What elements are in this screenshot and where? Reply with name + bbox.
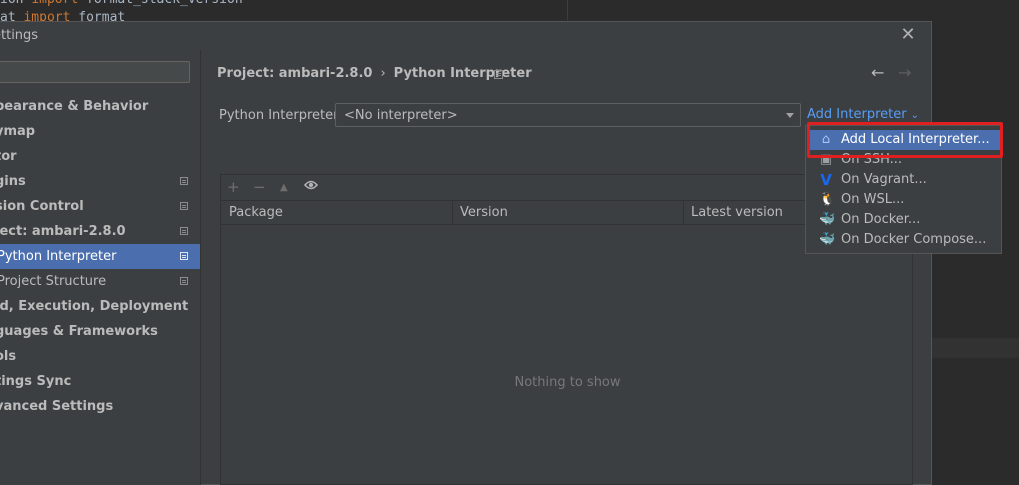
- sidebar-item-label: gins: [0, 174, 26, 189]
- menu-item-label: On Docker...: [841, 212, 921, 227]
- project-scope-icon: [180, 177, 188, 185]
- settings-dialog: ettings ✕ pearance & Behavior ymap tor gins…: [0, 21, 932, 485]
- sidebar-item[interactable]: ols: [0, 344, 200, 369]
- project-scope-icon: [180, 202, 188, 210]
- sidebar-item[interactable]: ld, Execution, Deployment: [0, 294, 200, 319]
- back-arrow-icon[interactable]: ←: [871, 63, 884, 82]
- sidebar-item-label: Project Structure: [0, 274, 107, 289]
- column-divider: [452, 201, 453, 224]
- settings-search-input[interactable]: [0, 61, 190, 83]
- menu-item-label: On Vagrant...: [841, 172, 927, 187]
- add-package-icon[interactable]: +: [227, 178, 240, 196]
- linux-penguin-icon: 🐧: [819, 192, 836, 207]
- sidebar-item-label: guages & Frameworks: [0, 324, 158, 339]
- close-icon[interactable]: ✕: [900, 25, 916, 45]
- sidebar-item-label: vanced Settings: [0, 399, 114, 414]
- sidebar-item[interactable]: vanced Settings: [0, 394, 200, 419]
- sidebar-item[interactable]: sion Control: [0, 194, 200, 219]
- settings-content: Project: ambari-2.8.0 › Python Interpreter…: [201, 50, 931, 485]
- dropdown-arrow-icon: [786, 113, 794, 118]
- menu-item[interactable]: 🐧 On WSL...: [807, 190, 1000, 210]
- sidebar-item[interactable]: Project Structure: [0, 269, 200, 294]
- project-scope-icon: [180, 227, 188, 235]
- sidebar-item[interactable]: ject: ambari-2.8.0: [0, 219, 200, 244]
- interpreter-selected-value: <No interpreter>: [344, 108, 458, 123]
- vagrant-icon: V: [820, 171, 832, 189]
- menu-item[interactable]: 🐳 On Docker Compose...: [807, 230, 1000, 250]
- sidebar-item[interactable]: gins: [0, 169, 200, 194]
- code-line-1: ion import format_stack_version: [0, 0, 243, 7]
- docker-compose-icon: 🐳: [819, 232, 836, 247]
- chevron-down-icon: ⌄: [910, 110, 919, 121]
- sidebar-item[interactable]: guages & Frameworks: [0, 319, 200, 344]
- menu-item-label: On Docker Compose...: [841, 232, 987, 247]
- column-latest-version[interactable]: Latest version: [691, 205, 783, 220]
- editor-divider: [567, 0, 568, 20]
- add-interpreter-link[interactable]: Add Interpreter ⌄: [807, 107, 919, 122]
- sidebar-item-label: Python Interpreter: [0, 249, 117, 264]
- column-version[interactable]: Version: [460, 205, 508, 220]
- sidebar-item-label: ject: ambari-2.8.0: [0, 224, 126, 239]
- breadcrumb: Project: ambari-2.8.0 › Python Interpreter: [217, 66, 532, 81]
- upgrade-package-icon[interactable]: ▲: [280, 182, 288, 193]
- docker-icon: 🐳: [819, 212, 836, 227]
- project-scope-icon: [494, 70, 503, 79]
- menu-item[interactable]: 🐳 On Docker...: [807, 210, 1000, 230]
- forward-arrow-icon[interactable]: →: [898, 63, 911, 82]
- sidebar-item-label: tings Sync: [0, 374, 72, 389]
- editor-current-line: [932, 338, 1019, 358]
- project-scope-icon: [180, 252, 188, 260]
- project-scope-icon: [180, 277, 188, 285]
- column-package[interactable]: Package: [229, 205, 283, 220]
- highlight-annotation: [807, 122, 1003, 158]
- settings-sidebar: pearance & Behavior ymap tor gins sion Contr…: [0, 50, 201, 485]
- remove-package-icon[interactable]: −: [253, 178, 266, 196]
- sidebar-item-label: ymap: [0, 124, 36, 139]
- sidebar-item-label: ld, Execution, Deployment: [0, 299, 189, 314]
- sidebar-item[interactable]: Python Interpreter: [0, 244, 200, 269]
- sidebar-item-label: ols: [0, 349, 17, 364]
- eye-icon[interactable]: [303, 179, 319, 195]
- dialog-title: ettings: [0, 28, 39, 43]
- python-interpreter-select[interactable]: <No interpreter>: [335, 103, 801, 127]
- sidebar-item-label: sion Control: [0, 199, 84, 214]
- column-divider: [683, 201, 684, 224]
- breadcrumb-project[interactable]: Project: ambari-2.8.0: [217, 66, 372, 81]
- dialog-titlebar: ettings ✕: [0, 22, 931, 50]
- breadcrumb-page: Python Interpreter: [393, 66, 532, 81]
- sidebar-item[interactable]: ymap: [0, 119, 200, 144]
- sidebar-item-label: tor: [0, 149, 17, 164]
- sidebar-item[interactable]: pearance & Behavior: [0, 94, 200, 119]
- sidebar-item[interactable]: tings Sync: [0, 369, 200, 394]
- python-interpreter-label: Python Interpreter:: [219, 108, 343, 123]
- empty-state-text: Nothing to show: [514, 375, 621, 390]
- sidebar-item[interactable]: tor: [0, 144, 200, 169]
- menu-item-label: On WSL...: [841, 192, 905, 207]
- breadcrumb-separator: ›: [380, 66, 386, 81]
- sidebar-item-label: pearance & Behavior: [0, 99, 149, 114]
- menu-item[interactable]: V On Vagrant...: [807, 170, 1000, 190]
